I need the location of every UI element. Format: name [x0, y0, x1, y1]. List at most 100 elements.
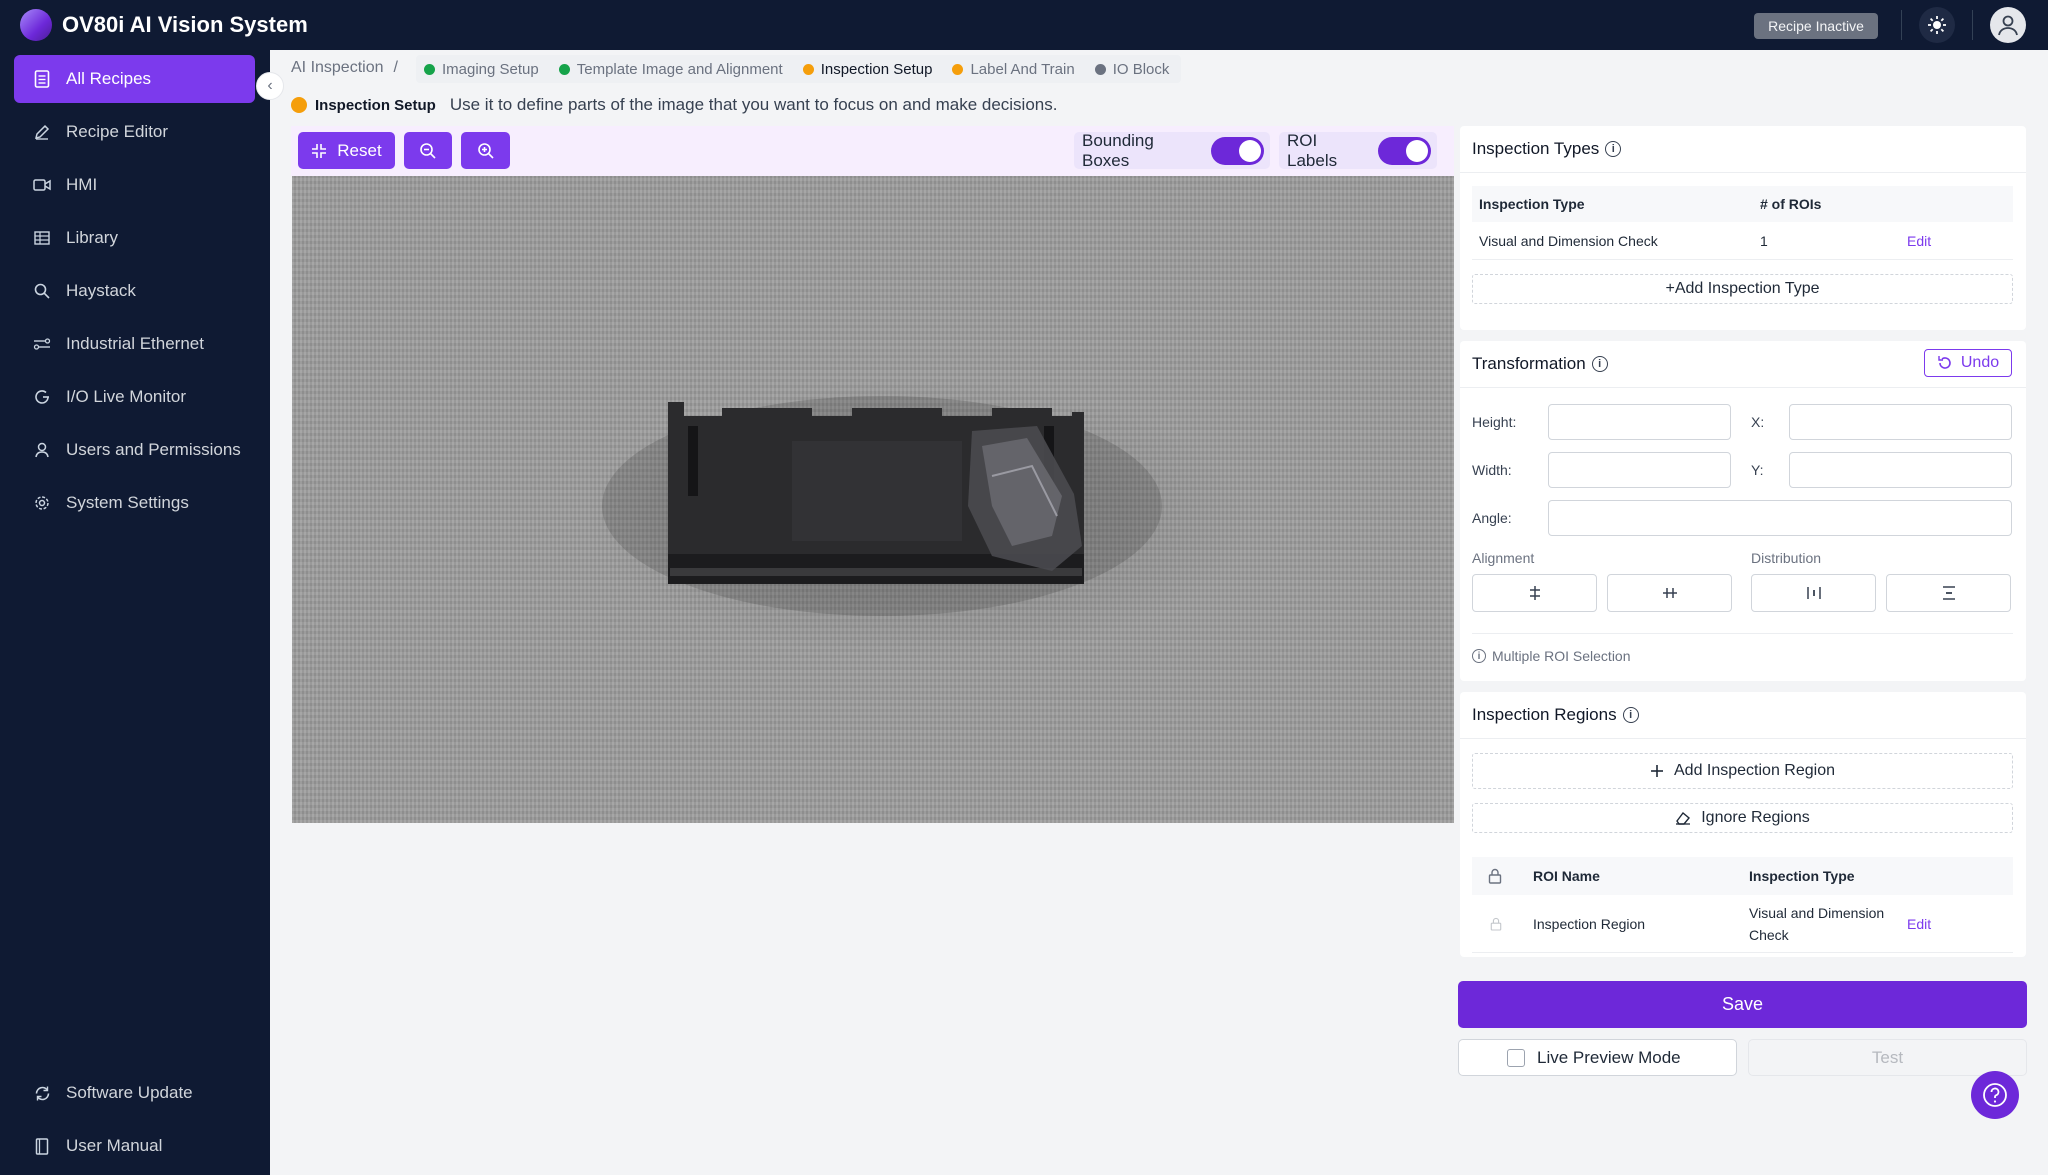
video-icon — [32, 178, 52, 192]
help-button[interactable] — [1971, 1071, 2019, 1119]
sidebar-item-industrial-ethernet[interactable]: Industrial Ethernet — [14, 320, 255, 368]
divider — [1460, 387, 2026, 388]
add-inspection-region-button[interactable]: Add Inspection Region — [1472, 753, 2013, 789]
breadcrumb-root[interactable]: AI Inspection — [291, 59, 384, 77]
sidebar-item-software-update[interactable]: Software Update — [14, 1069, 255, 1117]
sidebar-collapse-button[interactable]: ‹ — [256, 72, 284, 100]
topbar-divider — [1972, 10, 1973, 40]
step-label: Template Image and Alignment — [576, 60, 783, 78]
roi-inspection-type: Visual and Dimension Check — [1749, 895, 1884, 952]
sidebar-item-library[interactable]: Library — [14, 214, 255, 262]
grid-icon — [32, 231, 52, 245]
user-menu-button[interactable] — [1990, 7, 2026, 43]
step-label: Inspection Setup — [820, 60, 933, 78]
step-template-image-alignment[interactable]: Template Image and Alignment — [558, 60, 783, 78]
sidebar-item-hmi[interactable]: HMI — [14, 161, 255, 209]
width-field[interactable] — [1548, 452, 1731, 488]
sidebar-item-user-manual[interactable]: User Manual — [14, 1122, 255, 1170]
panel-title: Inspection Regions i — [1472, 704, 1639, 726]
roi-labels-switch[interactable] — [1378, 136, 1431, 165]
step-description: Inspection Setup Use it to define parts … — [291, 92, 1057, 118]
step-label: IO Block — [1112, 60, 1170, 78]
info-icon[interactable]: i — [1622, 707, 1639, 723]
app-title: OV80i AI Vision System — [62, 12, 308, 37]
sidebar-item-recipe-editor[interactable]: Recipe Editor — [14, 108, 255, 156]
divider — [1472, 633, 2013, 634]
y-field[interactable] — [1789, 452, 2012, 488]
live-preview-checkbox[interactable] — [1507, 1048, 1525, 1067]
live-preview-label: Live Preview Mode — [1537, 1047, 1681, 1067]
sidebar-item-haystack[interactable]: Haystack — [14, 267, 255, 315]
gear-icon — [32, 495, 52, 511]
network-icon — [32, 337, 52, 351]
zoom-out-button[interactable] — [404, 132, 452, 169]
add-inspection-type-button[interactable]: +Add Inspection Type — [1472, 274, 2013, 304]
save-button[interactable]: Save — [1458, 981, 2027, 1028]
align-horizontal-center-button[interactable] — [1472, 574, 1597, 612]
roi-inspection-type-line: Check — [1749, 926, 1789, 943]
info-icon[interactable]: i — [1591, 356, 1608, 372]
column-header: Inspection Type — [1749, 868, 1855, 884]
sidebar-item-users-permissions[interactable]: Users and Permissions — [14, 426, 255, 474]
angle-field[interactable] — [1548, 500, 2012, 536]
column-header: # of ROIs — [1760, 196, 1822, 212]
status-dot — [424, 63, 435, 75]
inspection-regions-title: Inspection Regions — [1472, 705, 1617, 724]
step-io-block[interactable]: IO Block — [1094, 60, 1170, 78]
height-label: Height: — [1472, 414, 1517, 430]
step-label-and-train[interactable]: Label And Train — [952, 61, 1075, 78]
recipe-status-badge: Recipe Inactive — [1754, 13, 1878, 39]
table-row: Inspection Region Visual and Dimension C… — [1472, 895, 2013, 953]
sidebar-item-io-live-monitor[interactable]: I/O Live Monitor — [14, 373, 255, 421]
breadcrumb-separator: / — [393, 59, 398, 76]
height-field[interactable] — [1548, 404, 1731, 440]
ignore-regions-button[interactable]: Ignore Regions — [1472, 803, 2013, 833]
roi-labels-toggle[interactable]: ROI Labels — [1279, 131, 1437, 170]
camera-image-canvas[interactable] — [292, 176, 1454, 823]
info-icon: i — [1472, 649, 1486, 663]
topbar-divider — [1901, 10, 1902, 40]
info-icon[interactable]: i — [1605, 141, 1622, 157]
edit-inspection-type-link[interactable]: Edit — [1907, 222, 1931, 259]
sidebar-item-label: Software Update — [66, 1083, 193, 1102]
live-preview-toggle[interactable]: Live Preview Mode — [1458, 1039, 1737, 1076]
inspection-regions-panel: Inspection Regions i Add Inspection Regi… — [1460, 692, 2026, 957]
column-header: ROI Name — [1533, 868, 1600, 884]
workflow-steps: Imaging Setup Template Image and Alignme… — [416, 55, 1182, 83]
app-logo — [20, 9, 52, 41]
step-inspection-setup[interactable]: Inspection Setup — [802, 60, 933, 78]
hint-text: Multiple ROI Selection — [1492, 648, 1631, 664]
user-icon — [1998, 15, 2018, 36]
help-icon — [1983, 1083, 2007, 1107]
zoom-in-button[interactable] — [461, 132, 510, 169]
lock-icon[interactable] — [1490, 895, 1502, 952]
inspection-types-panel: Inspection Types i Inspection Type # of … — [1460, 126, 2026, 330]
distribute-vertical-button[interactable] — [1886, 574, 2011, 612]
bounding-boxes-toggle[interactable]: Bounding Boxes — [1074, 131, 1270, 170]
distribute-horizontal-button[interactable] — [1751, 574, 1876, 612]
divider — [1460, 172, 2026, 173]
monitor-icon — [32, 389, 52, 405]
theme-toggle-button[interactable] — [1919, 7, 1955, 43]
test-button[interactable]: Test — [1748, 1039, 2027, 1076]
inspection-types-title: Inspection Types — [1472, 139, 1600, 158]
multiple-roi-hint: i Multiple ROI Selection — [1472, 648, 1631, 664]
inspection-regions-table-header: ROI Name Inspection Type — [1472, 857, 2013, 895]
roi-inspection-type-line: Visual and Dimension — [1749, 904, 1885, 921]
sun-icon — [1928, 16, 1946, 34]
reset-button[interactable]: Reset — [298, 132, 395, 169]
sidebar-item-all-recipes[interactable]: All Recipes — [14, 55, 255, 103]
step-imaging-setup[interactable]: Imaging Setup — [424, 61, 539, 78]
sidebar-item-system-settings[interactable]: System Settings — [14, 479, 255, 527]
sidebar-item-label: Haystack — [66, 281, 136, 300]
undo-button[interactable]: Undo — [1924, 349, 2012, 377]
x-field[interactable] — [1789, 404, 2012, 440]
status-dot — [802, 63, 814, 75]
align-vertical-center-button[interactable] — [1607, 574, 1732, 612]
step-description-text: Use it to define parts of the image that… — [449, 95, 1058, 114]
chevron-left-icon: ‹ — [267, 77, 273, 94]
bounding-boxes-switch[interactable] — [1211, 136, 1264, 165]
breadcrumb: AI Inspection / — [291, 55, 398, 81]
sidebar-item-label: Industrial Ethernet — [66, 334, 204, 353]
edit-roi-link[interactable]: Edit — [1907, 895, 1931, 952]
